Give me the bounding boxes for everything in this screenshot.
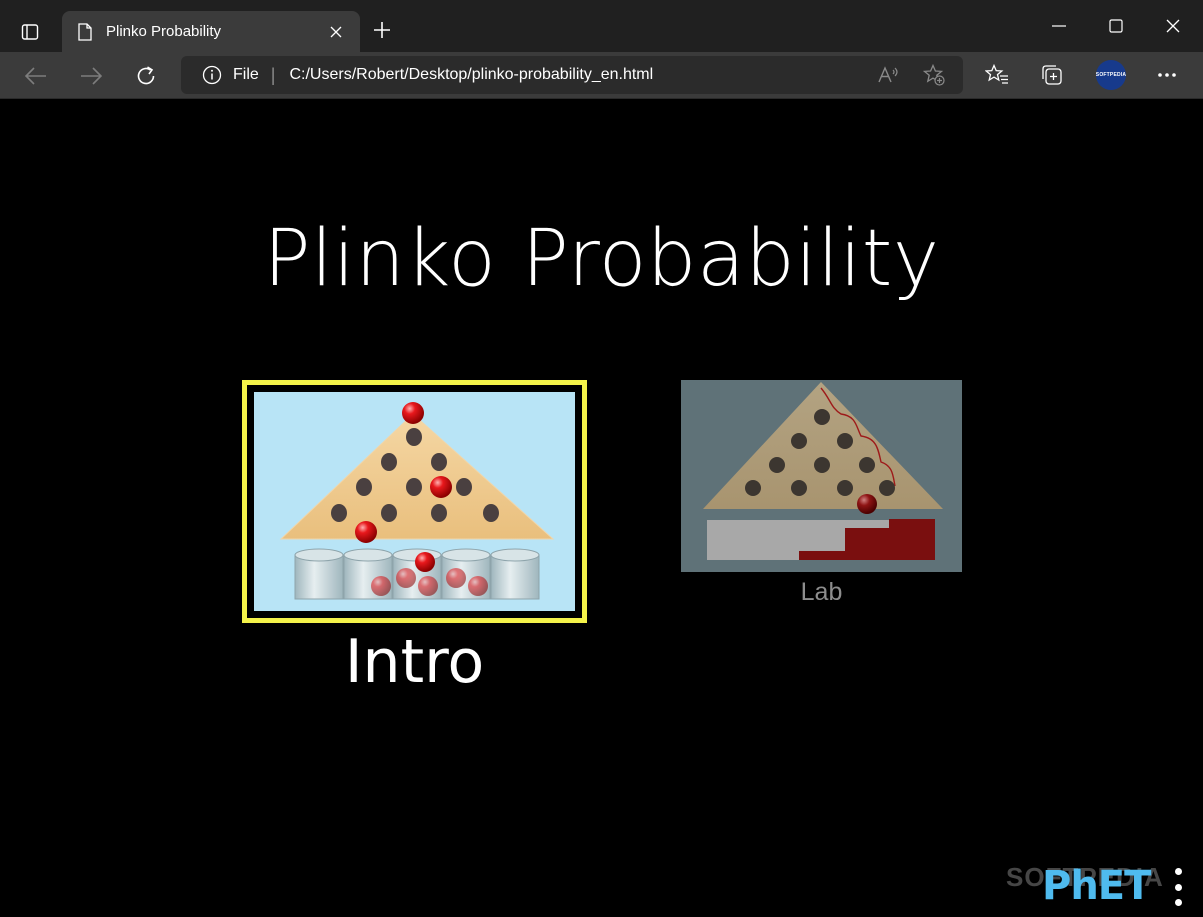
phet-menu-icon[interactable] — [1172, 868, 1184, 906]
maximize-icon[interactable] — [1093, 6, 1139, 46]
close-window-icon[interactable] — [1150, 6, 1196, 46]
lab-screen-icon — [703, 382, 943, 560]
intro-screen-icon — [254, 392, 575, 611]
intro-screen-button[interactable] — [242, 380, 587, 623]
url-text[interactable]: C:/Users/Robert/Desktop/plinko-probabili… — [289, 66, 653, 84]
profile-avatar[interactable]: SOFTPEDIA — [1096, 60, 1126, 90]
back-icon[interactable] — [18, 58, 54, 94]
favorites-icon[interactable] — [980, 58, 1014, 92]
address-separator: | — [270, 64, 276, 85]
tab-actions-icon[interactable] — [12, 14, 48, 50]
refresh-icon[interactable] — [128, 58, 164, 94]
sim-home-screen: Plinko Probability Intro Lab SOFTPEDIA P… — [0, 100, 1203, 917]
minimize-icon[interactable] — [1036, 6, 1082, 46]
more-options-icon[interactable] — [1150, 58, 1184, 92]
intro-screen-label[interactable]: Intro — [242, 627, 587, 697]
forward-icon[interactable] — [73, 58, 109, 94]
collections-icon[interactable] — [1035, 58, 1069, 92]
add-favorite-icon[interactable] — [921, 62, 947, 88]
profile-label: SOFTPEDIA — [1095, 72, 1127, 78]
lab-screen-label[interactable]: Lab — [681, 578, 962, 607]
browser-toolbar: File | C:/Users/Robert/Desktop/plinko-pr… — [0, 52, 1203, 99]
page-icon — [76, 22, 94, 41]
address-scheme-label: File — [233, 66, 259, 83]
phet-logo-text: PhET — [1042, 863, 1151, 909]
browser-tab[interactable]: Plinko Probability — [62, 11, 360, 52]
new-tab-icon[interactable] — [366, 14, 398, 46]
info-icon[interactable] — [201, 64, 223, 86]
read-aloud-icon[interactable] — [876, 62, 902, 88]
close-tab-icon[interactable] — [324, 20, 348, 44]
lab-screen-button[interactable] — [681, 380, 962, 572]
phet-logo[interactable]: PhET — [1042, 862, 1151, 910]
tab-title: Plinko Probability — [106, 23, 222, 40]
address-bar[interactable]: File | C:/Users/Robert/Desktop/plinko-pr… — [181, 56, 963, 94]
sim-title: Plinko Probability — [263, 214, 940, 304]
browser-titlebar: Plinko Probability — [0, 0, 1203, 52]
